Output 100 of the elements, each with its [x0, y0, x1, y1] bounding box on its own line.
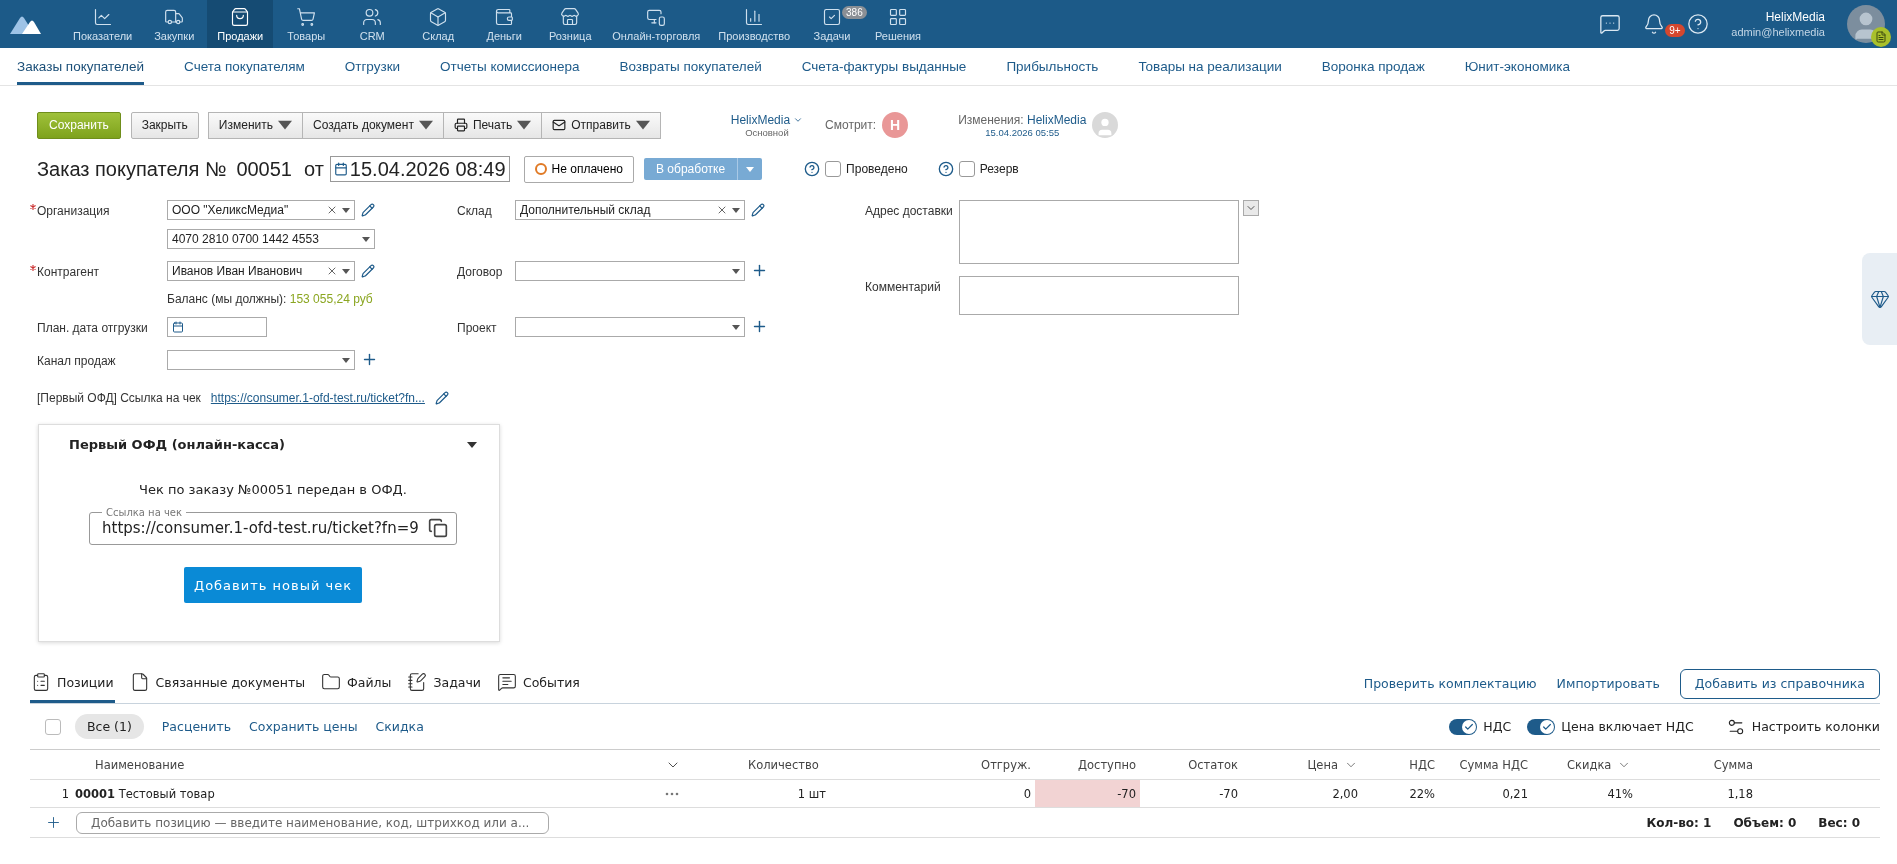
close-button[interactable]: Закрыть [130, 111, 199, 139]
field-label: Канал продаж [37, 353, 116, 368]
tab[interactable]: События [495, 664, 581, 703]
account-role: Основной [745, 126, 789, 138]
receipt-link[interactable]: https://consumer.1-ofd-test.ru/ticket?fn... [210, 391, 425, 405]
nav-item[interactable]: Закупки [141, 0, 208, 48]
clear-icon[interactable] [716, 204, 728, 216]
select-field[interactable] [167, 350, 355, 370]
select-field[interactable] [515, 317, 745, 337]
plus-icon[interactable] [45, 814, 62, 831]
printer-icon [453, 118, 468, 132]
column-header[interactable]: Сумма НДС [1459, 757, 1532, 772]
filter-chip[interactable]: Все (1) [75, 714, 144, 739]
nav-item[interactable]: Производство [709, 0, 800, 48]
add-position-field[interactable]: Добавить позицию — введите наименование, код, штрихкод или а... [76, 811, 549, 834]
total-text: Объем: 0 [1733, 815, 1797, 830]
pencil-icon[interactable] [361, 264, 375, 278]
action-link[interactable]: Скидка [375, 719, 424, 734]
pencil-icon[interactable] [751, 203, 765, 217]
column-header[interactable]: НДС [1409, 757, 1439, 772]
add-receipt-button[interactable]: Добавить новый чек [183, 567, 363, 603]
action-link[interactable]: Расценить [161, 719, 232, 734]
column-header[interactable]: Количество [748, 757, 819, 772]
select-field[interactable]: Иванов Иван Иванович [167, 261, 355, 281]
column-header[interactable]: Доступно [1078, 757, 1140, 772]
nav-item[interactable]: Продажи [207, 0, 274, 48]
column-header[interactable]: Наименование [95, 757, 185, 772]
product-name[interactable]: 00001 Тестовый товар [75, 786, 665, 801]
nav-item[interactable]: Деньги [471, 0, 538, 48]
column-header[interactable]: Цена [1307, 757, 1362, 772]
select-field[interactable]: ООО "ХеликсМедиа" [167, 200, 355, 220]
side-tab[interactable] [1862, 253, 1897, 345]
select-all-checkbox[interactable] [45, 718, 61, 735]
menu-button[interactable]: Изменить [207, 111, 303, 139]
account-name[interactable]: HelixMedia [730, 112, 791, 127]
section-tab[interactable]: Юнит-экономика [1464, 48, 1570, 85]
date-field[interactable] [167, 317, 267, 337]
changes-label: Изменения: [958, 112, 1024, 127]
section-tab[interactable]: Отгрузки [344, 48, 401, 85]
nav-item[interactable]: CRM [339, 0, 406, 48]
columns-settings-button[interactable]: Настроить колонки [1725, 716, 1880, 737]
action-link[interactable]: Проверить комплектацию [1363, 676, 1537, 691]
user-name: HelixMedia [1765, 10, 1825, 24]
document-badge-icon [1871, 27, 1891, 47]
bell-icon[interactable] [1643, 13, 1666, 35]
chat-icon[interactable] [1599, 13, 1622, 35]
payment-status-button[interactable]: Не оплачено [523, 155, 635, 183]
select-field[interactable]: Дополнительный склад [515, 200, 745, 220]
plus-icon[interactable] [751, 262, 768, 279]
checkbox[interactable] [958, 161, 975, 177]
section-tab[interactable]: Отчеты комиссионера [440, 48, 580, 85]
changes-user[interactable]: HelixMedia [1027, 112, 1087, 127]
date-field[interactable]: 15.04.2026 08:49 [329, 156, 510, 182]
nav-item[interactable]: Товары [273, 0, 340, 48]
section-tab[interactable]: Прибыльность [1006, 48, 1099, 85]
action-link[interactable]: Импортировать [1556, 676, 1660, 691]
caret-icon[interactable] [467, 441, 477, 448]
receipt-link-field[interactable]: Ссылка на чек https://consumer.1-ofd-test.ru/ticket?fn=9 [89, 507, 457, 545]
action-link[interactable]: Сохранить цены [249, 719, 358, 734]
tab[interactable]: Связанные документы [128, 664, 307, 703]
section-tab[interactable]: Заказы покупателей [17, 48, 145, 85]
column-header[interactable]: Отгруж. [981, 757, 1035, 772]
toggle-switch[interactable] [1527, 718, 1556, 735]
column-header[interactable]: Остаток [1188, 757, 1242, 772]
pencil-icon[interactable] [434, 391, 449, 405]
clear-icon[interactable] [326, 265, 338, 277]
tab[interactable]: Задачи [406, 664, 482, 703]
caret-icon [517, 118, 532, 132]
nav-item[interactable]: Склад [405, 0, 472, 48]
menu-button[interactable]: Печать [442, 111, 543, 139]
nav-item[interactable]: Розница [537, 0, 604, 48]
checkbox[interactable] [825, 161, 842, 177]
column-header[interactable]: Скидка [1567, 757, 1632, 772]
gem-icon [1869, 289, 1890, 309]
help-icon[interactable] [937, 161, 954, 177]
column-header[interactable]: Сумма [1713, 757, 1757, 772]
menu-button[interactable]: Создать документ [302, 111, 444, 139]
select-field[interactable] [515, 261, 745, 281]
menu-button[interactable]: Отправить [541, 111, 661, 139]
plus-icon[interactable] [751, 318, 768, 335]
pencil-icon[interactable] [361, 203, 375, 217]
section-tab[interactable]: Возвраты покупателей [619, 48, 762, 85]
clear-icon[interactable] [326, 204, 338, 216]
nav-item[interactable]: Решения [865, 0, 932, 48]
copy-icon[interactable] [428, 518, 448, 538]
section-tab[interactable]: Счета-фактуры выданные [801, 48, 967, 85]
section-tab[interactable]: Счета покупателям [184, 48, 305, 85]
plus-icon[interactable] [361, 351, 378, 368]
tab[interactable]: Файлы [320, 664, 393, 703]
nav-item[interactable]: Задачи 386 [799, 0, 866, 48]
tab[interactable]: Позиции [30, 664, 115, 703]
toggle-switch[interactable] [1449, 718, 1478, 735]
add-from-catalog-button[interactable]: Добавить из справочника [1679, 668, 1880, 699]
table-cell-text: 41% [1606, 785, 1634, 803]
nav-item[interactable]: Показатели [64, 0, 142, 48]
help-icon[interactable] [804, 161, 821, 177]
select-field[interactable]: 4070 2810 0700 1442 4553 [167, 229, 375, 249]
section-tab[interactable]: Воронка продаж [1321, 48, 1425, 85]
nav-item[interactable]: Онлайн-торговля [603, 0, 710, 48]
section-tab[interactable]: Товары на реализации [1138, 48, 1282, 85]
